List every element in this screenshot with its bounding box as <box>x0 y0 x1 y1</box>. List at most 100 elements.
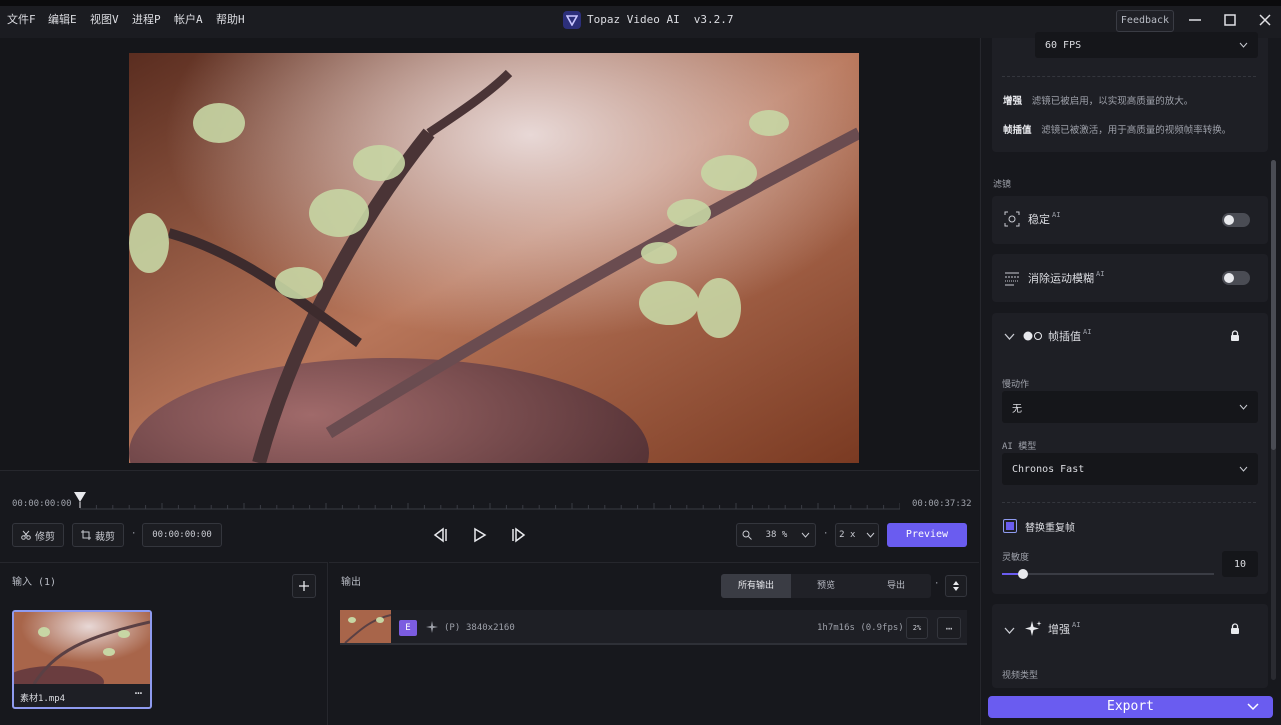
collapse-chevron-icon[interactable] <box>1004 331 1015 344</box>
input-clip-card[interactable]: 素材1.mp4 ⋯ <box>12 610 152 709</box>
current-time-field[interactable]: 00:00:00:00 <box>142 523 222 547</box>
chevron-down-icon <box>1239 466 1248 472</box>
scrollbar[interactable] <box>1271 160 1276 680</box>
divider-2 <box>1002 502 1256 503</box>
output-more-icon[interactable]: ⋯ <box>937 617 961 639</box>
enhance-label: 增强 <box>1048 623 1070 636</box>
divider <box>1002 76 1256 77</box>
step-forward-icon[interactable] <box>511 527 527 546</box>
video-type-label: 视频类型 <box>1002 671 1039 681</box>
sparkle-icon <box>426 621 438 636</box>
motion-blur-filter: 消除运动模糊 AI <box>1028 270 1104 286</box>
sort-icon[interactable] <box>945 575 967 597</box>
sensitivity-input[interactable]: 10 <box>1222 551 1258 577</box>
motion-blur-toggle[interactable] <box>1222 271 1250 285</box>
tab-export[interactable]: 导出 <box>861 574 931 598</box>
ai-model-label: AI 模型 <box>1002 442 1037 452</box>
export-button[interactable]: Export <box>988 696 1273 718</box>
crop-icon <box>81 530 91 540</box>
topaz-logo-icon <box>563 11 581 29</box>
output-mode: (P) <box>444 623 461 633</box>
menu-process[interactable]: 进程P <box>132 6 161 34</box>
more-icon[interactable]: ⋯ <box>135 686 142 700</box>
motion-blur-ai-tag: AI <box>1096 270 1105 278</box>
fps-select[interactable]: 60 FPS <box>1035 32 1258 58</box>
interp-note-label: 帧插值 <box>1003 125 1032 136</box>
menu-file[interactable]: 文件F <box>7 6 36 34</box>
input-title: 输入 (1) <box>12 577 57 588</box>
stabilize-label: 稳定 <box>1028 213 1050 226</box>
crop-button[interactable]: 裁剪 <box>72 523 124 547</box>
stabilize-icon <box>1004 211 1020 230</box>
scissors-icon <box>21 530 31 540</box>
lock-icon-2[interactable] <box>1230 623 1240 638</box>
step-back-icon[interactable] <box>432 527 448 546</box>
speed-select[interactable]: 2 x <box>835 523 879 547</box>
chevron-down-icon <box>1239 42 1248 48</box>
separator-dot-2: · <box>823 529 829 539</box>
maximize-icon[interactable] <box>1217 8 1243 32</box>
enhance-badge: E <box>399 620 417 636</box>
trim-button[interactable]: 修剪 <box>12 523 64 547</box>
scrollbar-thumb[interactable] <box>1271 160 1276 450</box>
menu-help[interactable]: 帮助H <box>216 6 245 34</box>
replace-dup-label: 替换重复帧 <box>1025 523 1075 534</box>
close-icon[interactable] <box>1252 8 1278 32</box>
enhance-sparkle-icon <box>1024 620 1042 641</box>
feedback-button[interactable]: Feedback <box>1116 10 1174 32</box>
timeline-panel <box>0 470 979 562</box>
preview-button[interactable]: Preview <box>887 523 967 547</box>
tab-all-outputs[interactable]: 所有输出 <box>721 574 791 598</box>
slowmo-select[interactable]: 无 <box>1002 391 1258 423</box>
timeline-end-time: 00:00:37:32 <box>912 499 972 509</box>
output-progress: 2% <box>906 617 928 639</box>
crop-label: 裁剪 <box>95 531 115 543</box>
enhance-note: 增强 滤镜已被启用，以实现高质量的放大。 <box>1003 93 1193 107</box>
zoom-value: 38 % <box>765 530 788 540</box>
motion-blur-label: 消除运动模糊 <box>1028 272 1094 285</box>
trim-label: 修剪 <box>35 531 55 543</box>
collapse-chevron-icon-2[interactable] <box>1004 625 1015 638</box>
sensitivity-slider-track[interactable] <box>1002 573 1214 575</box>
app-name: Topaz Video AI <box>587 13 680 26</box>
frame-interp-label: 帧插值 <box>1048 330 1081 343</box>
fps-value: 60 FPS <box>1045 39 1082 51</box>
replace-dup-checkbox[interactable] <box>1003 519 1017 533</box>
zoom-select[interactable]: 38 % <box>736 523 816 547</box>
menu-edit[interactable]: 编辑E <box>48 6 77 34</box>
chevron-down-icon[interactable] <box>1247 703 1259 711</box>
output-resolution: 3840x2160 <box>466 623 515 633</box>
play-icon[interactable] <box>472 527 488 546</box>
video-preview-image[interactable] <box>129 53 859 463</box>
app-title: Topaz Video AI v3.2.7 <box>563 6 733 34</box>
checkbox-fill <box>1006 522 1014 530</box>
slowmo-label: 慢动作 <box>1002 380 1030 390</box>
interp-note: 帧插值 滤镜已被激活，用于高质量的视频帧率转换。 <box>1003 122 1231 136</box>
stabilize-filter: 稳定 AI <box>1028 211 1060 227</box>
add-input-icon[interactable] <box>292 574 316 598</box>
chevron-down-icon <box>801 532 810 538</box>
frame-interp-ai-tag: AI <box>1083 328 1092 336</box>
lock-icon[interactable] <box>1230 330 1240 345</box>
motion-blur-icon <box>1004 270 1020 289</box>
sensitivity-label: 灵敏度 <box>1002 553 1030 563</box>
timeline-track[interactable] <box>79 500 901 510</box>
output-duration: 1h7m16s (0.9fps) <box>817 623 904 633</box>
enhance-note-label: 增强 <box>1003 96 1023 107</box>
playhead-handle[interactable] <box>73 490 87 511</box>
ai-model-select[interactable]: Chronos Fast <box>1002 453 1258 485</box>
output-thumbnail <box>340 610 391 643</box>
app-version: v3.2.7 <box>693 13 734 26</box>
stabilize-ai-tag: AI <box>1052 211 1061 219</box>
tab-preview[interactable]: 预览 <box>791 574 861 598</box>
stabilize-toggle[interactable] <box>1222 213 1250 227</box>
frame-interp-icon <box>1023 331 1043 344</box>
separator-dot: · <box>131 529 137 539</box>
timeline-start-time: 00:00:00:00 <box>12 499 72 509</box>
zoom-icon <box>742 530 752 540</box>
frame-interp-filter: 帧插值 AI <box>1048 328 1091 344</box>
separator-dot-3: · <box>934 579 940 589</box>
minimize-icon[interactable] <box>1182 8 1208 32</box>
menu-account[interactable]: 帐户A <box>174 6 203 34</box>
menu-view[interactable]: 视图V <box>90 6 119 34</box>
